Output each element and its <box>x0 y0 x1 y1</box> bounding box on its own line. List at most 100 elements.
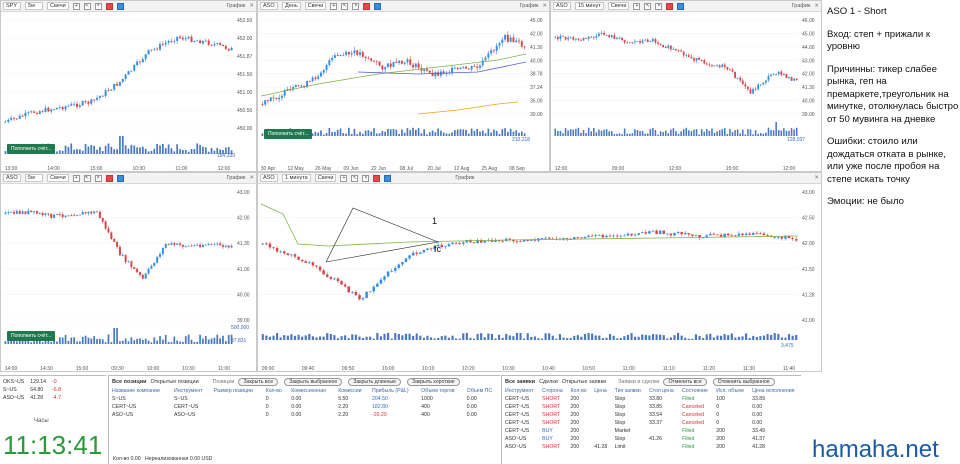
close-icon[interactable]: ✕ <box>249 175 254 181</box>
price-tick: 39.00 <box>237 318 250 324</box>
style-select[interactable]: Свечи <box>314 174 337 182</box>
close-icon[interactable]: ✕ <box>814 175 819 181</box>
timeframe-select[interactable]: 5м <box>25 2 43 10</box>
sell-icon[interactable] <box>363 2 371 10</box>
table-row[interactable]: CERT~US BUY 200 Market Filled 200 33.49 <box>502 427 801 435</box>
volume-bar <box>795 334 798 340</box>
close-icon[interactable]: ✕ <box>542 3 547 9</box>
cancel-all-button[interactable]: Отменить все <box>663 377 707 386</box>
candle-body <box>67 105 70 107</box>
ticker-field[interactable]: ASO <box>553 2 571 10</box>
close-icon[interactable]: ✕ <box>249 3 254 9</box>
timeframe-select[interactable]: 15 минут <box>575 2 604 10</box>
volume-bar <box>762 335 766 340</box>
crosshair-icon[interactable]: + <box>72 174 80 182</box>
table-row[interactable]: ASO~US BUY 200 Stop 41.26 Filled 200 41.37 <box>502 435 801 443</box>
timeframe-select[interactable]: 1 минута <box>282 174 311 182</box>
close-x-icon[interactable]: × <box>94 174 102 182</box>
tab-positions[interactable]: Позиции <box>213 379 235 385</box>
candle-body <box>393 267 397 271</box>
crosshair-icon[interactable]: + <box>330 2 338 10</box>
volume-bar <box>484 133 487 136</box>
volume-bar <box>490 132 492 136</box>
price-tick: 450.50 <box>237 108 253 114</box>
tab-open-orders[interactable]: Открытые заявки <box>562 379 606 385</box>
deposit-button[interactable]: Пополнить счёт... <box>7 331 56 341</box>
time-tick: 10:00 <box>147 366 160 372</box>
close-x-icon[interactable]: × <box>94 2 102 10</box>
cancel-selected-button[interactable]: Отменить выбранное <box>712 377 775 386</box>
candle-body <box>673 233 676 236</box>
crosshair-icon[interactable]: + <box>633 2 641 10</box>
volume-bar <box>440 130 442 136</box>
close-icon[interactable]: ✕ <box>814 3 819 9</box>
table-row[interactable]: CERT~US SHORT 200 Stop 33.80 Filled 100 33.89 <box>502 395 801 403</box>
price-tick: 35.00 <box>530 99 543 105</box>
watchlist-row[interactable]: OKS~US 129.14 -0 <box>0 378 64 386</box>
cursor-icon[interactable]: ↖ <box>83 2 91 10</box>
cursor-icon[interactable]: ↖ <box>351 174 359 182</box>
column-header: Комиссии <box>338 388 362 394</box>
buy-icon[interactable] <box>384 174 392 182</box>
ticker-field[interactable]: SPY <box>3 2 21 10</box>
table-row[interactable]: CERT~US SHORT 200 Stop 33.85 Canceled 0 0.00 <box>502 403 801 411</box>
table-row[interactable]: ASO~US SHORT 200 41.28 Limit Filled 200 41.28 <box>502 443 801 451</box>
close-short-button[interactable]: Закрыть короткие <box>406 377 460 386</box>
table-row[interactable]: ASO~US ASO~US 0 0.00 2.20 -20.29 400 0.00 <box>109 411 500 419</box>
buy-icon[interactable] <box>116 174 124 182</box>
ticker-field[interactable]: ASO <box>3 174 21 182</box>
buy-icon[interactable] <box>677 2 685 10</box>
chart-aso-15m[interactable]: ASO 15 минут Свечи + ↖ × График ✕ 46.00 4… <box>550 0 822 172</box>
style-select[interactable]: Свечи <box>47 174 69 182</box>
ticker-field[interactable]: ASO <box>260 174 278 182</box>
close-all-button[interactable]: Закрыть все <box>238 377 279 386</box>
cursor-icon[interactable]: ↖ <box>83 174 91 182</box>
volume-bar <box>164 334 167 344</box>
price-tick: 39.00 <box>802 112 815 118</box>
style-select[interactable]: Свечи <box>607 2 630 10</box>
buy-icon[interactable] <box>374 2 382 10</box>
sell-icon[interactable] <box>666 2 674 10</box>
timeframe-select[interactable]: 5м <box>25 174 43 182</box>
chart-aso-day[interactable]: ASO День Свечи + ↖ × График ✕ 45.00 42.00… <box>257 0 550 172</box>
style-select[interactable]: Свечи <box>304 2 327 10</box>
volume-bar <box>551 335 554 340</box>
watchlist-row[interactable]: ASO~US 41.28 -4.7 <box>0 394 64 402</box>
chart-spy-5m[interactable]: SPY 5м Свечи + ↖ × График ✕ 452.50 452.00… <box>0 0 257 172</box>
tab-trades[interactable]: Сделки <box>539 379 558 385</box>
sell-icon[interactable] <box>373 174 381 182</box>
table-row[interactable]: CERT~US SHORT 200 Stop 33.37 Canceled 0 0.00 <box>502 419 801 427</box>
chart-aso-1m[interactable]: ASO 1 минута Свечи + ↖ × График ✕ 43.00 4… <box>257 172 822 372</box>
close-x-icon[interactable]: × <box>655 2 663 10</box>
volume-bar <box>190 339 193 344</box>
volume-bar <box>504 128 506 136</box>
volume-bar <box>442 132 445 136</box>
column-header: Цена <box>594 388 607 394</box>
tab-all-orders[interactable]: Все заявки <box>505 379 535 385</box>
timeframe-select[interactable]: День <box>282 2 301 10</box>
tab-open-positions[interactable]: Открытые позиции <box>151 379 199 385</box>
close-x-icon[interactable]: × <box>352 2 360 10</box>
close-long-button[interactable]: Закрыть длинные <box>348 377 401 386</box>
deposit-button[interactable]: Пополнить счёт... <box>264 129 313 139</box>
cursor-icon[interactable]: ↖ <box>644 2 652 10</box>
crosshair-icon[interactable]: + <box>72 2 80 10</box>
table-row[interactable]: S~US S~US 0 0.00 5.50 204.50 1000 0.00 <box>109 395 500 403</box>
table-row[interactable]: CERT~US CERT~US 0 0.00 2.20 182.80 400 0.00 <box>109 403 500 411</box>
close-x-icon[interactable]: × <box>362 174 370 182</box>
style-select[interactable]: Свечи <box>47 2 69 10</box>
tab-all-positions[interactable]: Все позиции <box>112 379 147 385</box>
sell-icon[interactable] <box>105 2 113 10</box>
chart-aso-5m[interactable]: ASO 5м Свечи + ↖ × График ✕ 43.00 42.00 41… <box>0 172 257 372</box>
table-row[interactable]: CERT~US SHORT 200 Stop 33.54 Canceled 0 0.00 <box>502 411 801 419</box>
ticker-field[interactable]: ASO <box>260 2 278 10</box>
buy-icon[interactable] <box>116 2 124 10</box>
close-selected-button[interactable]: Закрыть выбранное <box>284 377 343 386</box>
price-tick: 41.28 <box>802 292 815 298</box>
sell-icon[interactable] <box>105 174 113 182</box>
crosshair-icon[interactable]: + <box>340 174 348 182</box>
deposit-button[interactable]: Пополнить счёт... <box>7 144 56 154</box>
watchlist-row[interactable]: S~US 64.80 -6.8 <box>0 386 64 394</box>
candle-body <box>641 232 644 234</box>
cursor-icon[interactable]: ↖ <box>341 2 349 10</box>
